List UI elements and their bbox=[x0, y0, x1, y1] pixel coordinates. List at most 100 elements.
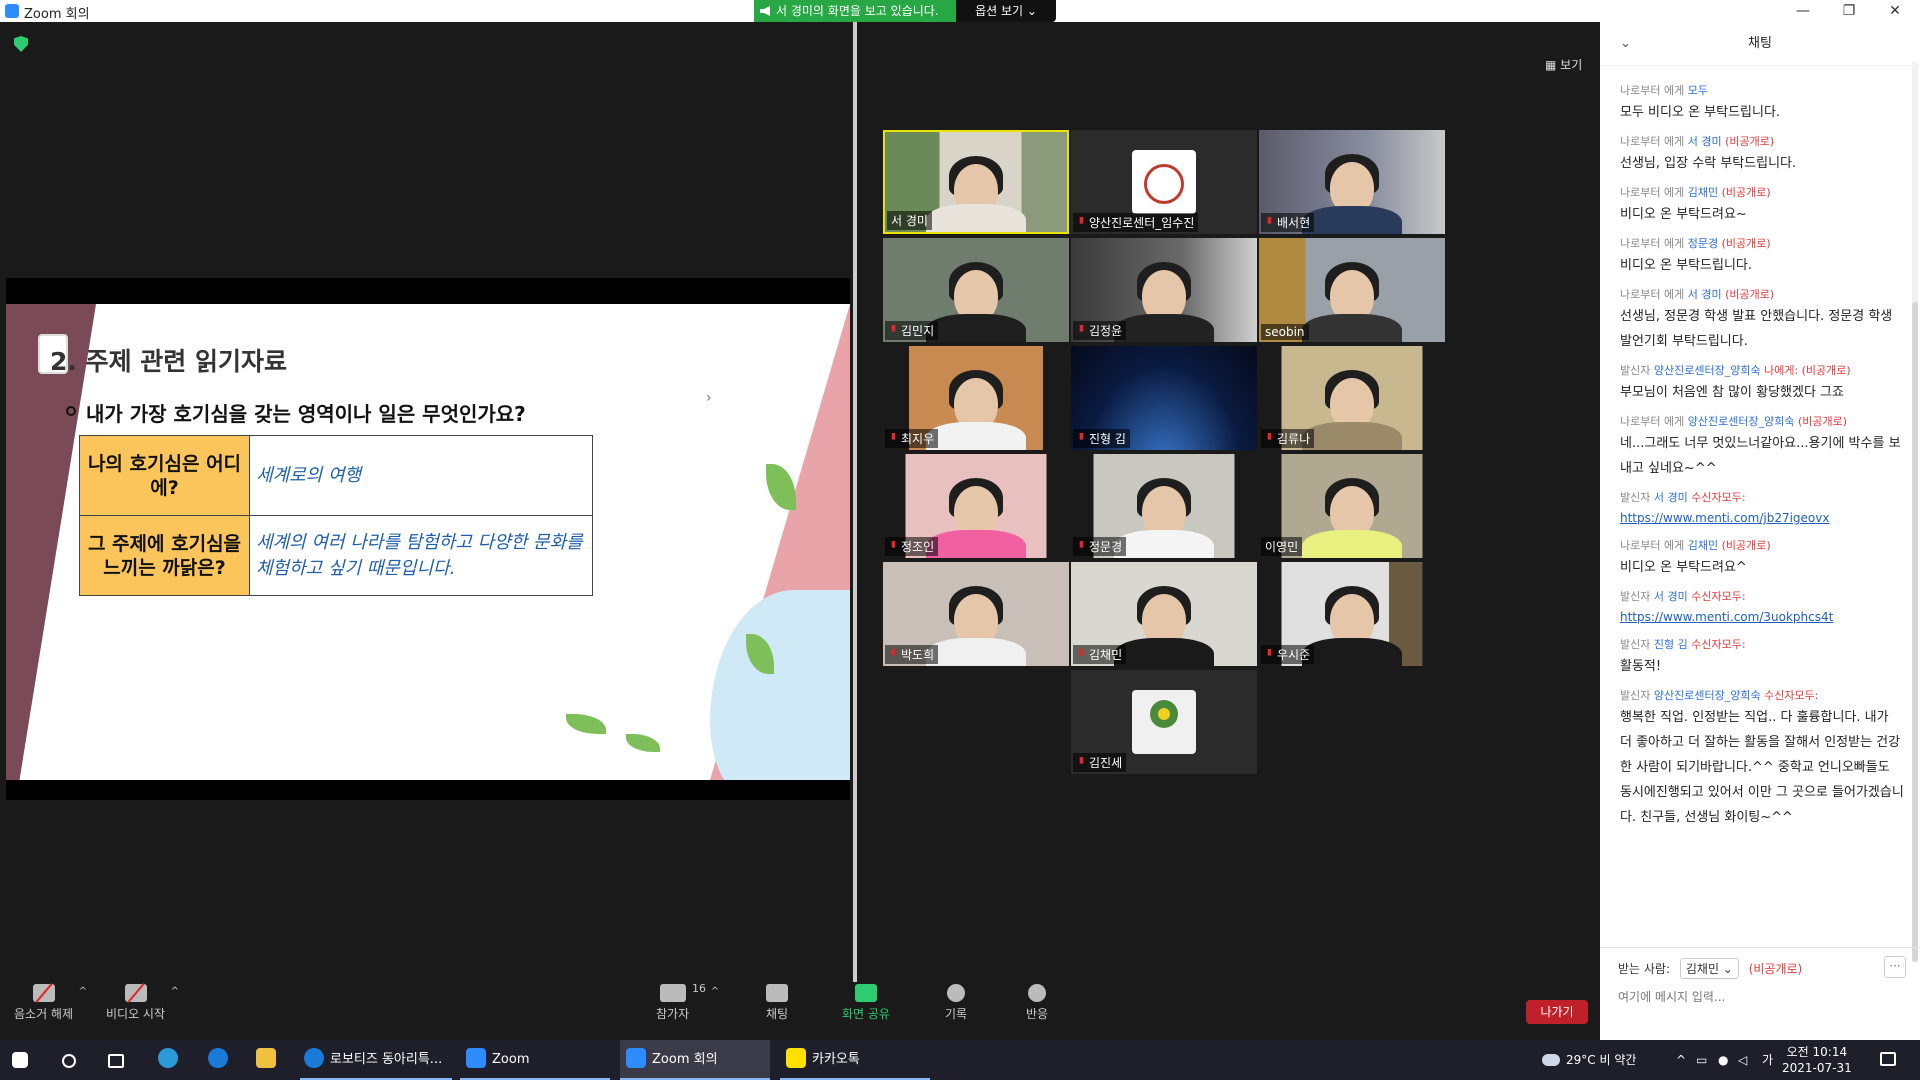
video-tile[interactable]: 최지우 bbox=[883, 346, 1069, 450]
share-screen-button[interactable]: 화면 공유 bbox=[842, 984, 890, 1022]
chevron-up-icon[interactable]: ^ bbox=[79, 986, 87, 997]
participant-body bbox=[1302, 206, 1402, 234]
chat-private-tag: (비공개로) bbox=[1725, 135, 1775, 148]
video-tile[interactable]: 김채민 bbox=[1071, 562, 1257, 666]
windows-taskbar: 로보티즈 동아리특... Zoom Zoom 회의 카카오톡 29°C 비 약간… bbox=[0, 1040, 1920, 1080]
zoom-icon bbox=[466, 1048, 486, 1068]
video-tile[interactable]: 진형 김 bbox=[1071, 346, 1257, 450]
reactions-label: 반응 bbox=[1026, 1007, 1049, 1021]
internet-explorer-icon bbox=[208, 1048, 228, 1068]
chat-input[interactable]: 여기에 메시지 입력... bbox=[1618, 988, 1725, 1005]
taskbar-app[interactable]: 카카오톡 bbox=[780, 1040, 930, 1080]
security-shield-icon[interactable] bbox=[14, 36, 28, 52]
split-divider-handle[interactable] bbox=[853, 22, 857, 982]
chat-message: 발신자 서 경미 수신자모두: https://www.menti.com/3u… bbox=[1620, 588, 1904, 628]
start-video-button[interactable]: 비디오 시작 ^ bbox=[106, 984, 179, 1022]
participant-body bbox=[926, 638, 1026, 666]
participant-name: 김정윤 bbox=[1073, 321, 1127, 340]
weather-widget[interactable]: 29°C 비 약간 bbox=[1542, 1040, 1636, 1080]
task-view-button[interactable] bbox=[108, 1040, 132, 1080]
recipient-select[interactable]: 김채민 ⌄ bbox=[1679, 958, 1739, 979]
video-tile[interactable]: 정조인 bbox=[883, 454, 1069, 558]
view-button[interactable]: ▦ 보기 bbox=[1545, 56, 1582, 73]
chat-message: 나로부터 에게 정문경 (비공개로) 비디오 온 부탁드립니다. bbox=[1620, 235, 1904, 278]
chat-message-text: 부모님이 처음엔 참 많이 황당했겠다 그죠 bbox=[1620, 385, 1844, 400]
minimize-button[interactable]: — bbox=[1780, 0, 1826, 22]
more-options-button[interactable]: ··· bbox=[1884, 956, 1906, 978]
chat-message-meta: 발신자 양산진로센터장_양희숙 수신자모두: bbox=[1620, 687, 1904, 705]
chat-message-link[interactable]: https://www.menti.com/jb27igeovx bbox=[1620, 507, 1904, 529]
participant-body bbox=[926, 204, 1026, 232]
video-tile[interactable]: 이영민 bbox=[1259, 454, 1445, 558]
taskbar-edge[interactable] bbox=[158, 1040, 182, 1080]
leaf-decoration bbox=[626, 734, 660, 752]
cloud-icon bbox=[1542, 1054, 1560, 1066]
record-button[interactable]: 기록 bbox=[945, 984, 967, 1022]
mic-tray[interactable]: ● bbox=[1718, 1040, 1728, 1080]
clock[interactable]: 오전 10:14 2021-07-31 bbox=[1782, 1044, 1852, 1076]
taskbar-app[interactable]: 로보티즈 동아리특... bbox=[300, 1040, 452, 1080]
slide-question: 내가 가장 호기심을 갖는 영역이나 일은 무엇인가요? bbox=[86, 402, 526, 426]
leave-button[interactable]: 나가기 bbox=[1526, 1000, 1588, 1024]
reactions-button[interactable]: 반응 bbox=[1026, 984, 1048, 1022]
chat-to-prefix: 에게 bbox=[1663, 135, 1685, 148]
network-icon: ▭ bbox=[1696, 1053, 1708, 1067]
maximize-button[interactable]: ❐ bbox=[1826, 0, 1872, 22]
video-tile[interactable]: 김류나 bbox=[1259, 346, 1445, 450]
participant-body bbox=[1114, 638, 1214, 666]
ime-indicator[interactable]: 가 bbox=[1762, 1040, 1773, 1080]
chat-recipient: 서 경미 bbox=[1653, 491, 1688, 504]
video-tile[interactable]: 김진세 bbox=[1071, 670, 1257, 774]
close-button[interactable]: ✕ bbox=[1872, 0, 1918, 22]
participant-name: 김류나 bbox=[1261, 429, 1315, 448]
video-tile[interactable]: seobin bbox=[1259, 238, 1445, 342]
scrollbar-thumb[interactable] bbox=[1912, 302, 1918, 962]
tray-chevron[interactable]: ^ bbox=[1676, 1040, 1686, 1080]
chat-sender: 발신자 bbox=[1620, 491, 1651, 504]
participants-label: 참가자 bbox=[656, 1007, 690, 1021]
chat-sender: 발신자 bbox=[1620, 590, 1651, 603]
chat-message-meta: 나로부터 에게 서 경미 (비공개로) bbox=[1620, 133, 1904, 151]
volume-tray[interactable]: ◁ bbox=[1738, 1040, 1747, 1080]
video-tile[interactable]: 김민지 bbox=[883, 238, 1069, 342]
view-options-button[interactable]: 옵션 보기 ⌄ bbox=[956, 0, 1056, 22]
taskbar-app[interactable]: Zoom 회의 bbox=[620, 1040, 770, 1080]
chat-sender: 나로부터 bbox=[1620, 84, 1661, 97]
video-tile[interactable]: 박도희 bbox=[883, 562, 1069, 666]
chat-message-link[interactable]: https://www.menti.com/3uokphcs4t bbox=[1620, 606, 1904, 628]
video-tile[interactable]: 배서현 bbox=[1259, 130, 1445, 234]
participant-name: 진형 김 bbox=[1073, 429, 1130, 448]
video-tile[interactable]: 우시준 bbox=[1259, 562, 1445, 666]
chat-private-tag: (비공개로) bbox=[1725, 288, 1775, 301]
chat-private-tag: 수신자모두: bbox=[1691, 638, 1746, 651]
chevron-up-icon[interactable]: ^ bbox=[711, 986, 719, 997]
record-label: 기록 bbox=[945, 1007, 968, 1021]
search-icon bbox=[62, 1054, 76, 1068]
chat-message: 발신자 양산진로센터장_양희숙 나에게: (비공개로) 부모님이 처음엔 참 많… bbox=[1620, 362, 1904, 405]
divider bbox=[1600, 947, 1920, 948]
video-tile[interactable]: 서 경미 bbox=[883, 130, 1069, 234]
chat-message: 발신자 서 경미 수신자모두: https://www.menti.com/jb… bbox=[1620, 489, 1904, 529]
bullet-icon bbox=[66, 406, 76, 416]
chat-sender: 나로부터 bbox=[1620, 186, 1661, 199]
notification-button[interactable] bbox=[1880, 1040, 1896, 1080]
chat-recipient: 모두 bbox=[1687, 84, 1708, 97]
video-tile[interactable]: 정문경 bbox=[1071, 454, 1257, 558]
taskbar-file-explorer[interactable] bbox=[256, 1040, 280, 1080]
chat-scrollbar[interactable] bbox=[1912, 62, 1918, 962]
start-button[interactable] bbox=[12, 1040, 36, 1080]
taskbar-ie[interactable] bbox=[208, 1040, 232, 1080]
unmute-button[interactable]: 음소거 해제 ^ bbox=[14, 984, 87, 1022]
taskbar-app[interactable]: Zoom bbox=[460, 1040, 610, 1080]
chat-message: 나로부터 에게 김채민 (비공개로) 비디오 온 부탁드려요^ bbox=[1620, 537, 1904, 580]
chevron-up-icon[interactable]: ^ bbox=[171, 986, 179, 997]
speaker-icon: ◁ bbox=[1738, 1053, 1748, 1067]
chat-label: 채팅 bbox=[766, 1007, 789, 1021]
search-button[interactable] bbox=[62, 1040, 86, 1080]
network-tray[interactable]: ▭ bbox=[1696, 1040, 1707, 1080]
video-tile[interactable]: 양산진로센터_임수진 bbox=[1071, 130, 1257, 234]
participants-button[interactable]: 참가자 16 ^ bbox=[656, 982, 719, 1022]
chat-button[interactable]: 채팅 bbox=[766, 984, 788, 1022]
chevron-down-icon[interactable]: ⌄ bbox=[1620, 22, 1631, 66]
video-tile[interactable]: 김정윤 bbox=[1071, 238, 1257, 342]
